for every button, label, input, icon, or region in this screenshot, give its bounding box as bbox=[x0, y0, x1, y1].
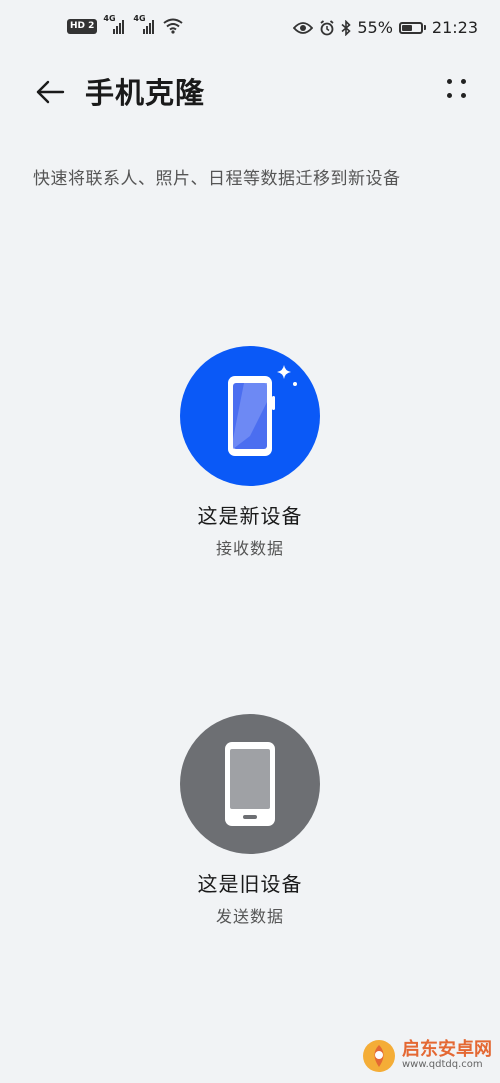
screen: HD 2 4G 4G 55% 21:23 手机克隆 快速将联系人、照片、日程等数… bbox=[0, 0, 500, 1083]
watermark-logo-icon bbox=[363, 1040, 395, 1072]
new-device-title: 这是新设备 bbox=[197, 504, 303, 528]
alarm-icon bbox=[320, 19, 334, 35]
page-description: 快速将联系人、照片、日程等数据迁移到新设备 bbox=[33, 169, 401, 189]
back-button[interactable] bbox=[30, 72, 70, 112]
status-left: HD 2 4G 4G bbox=[67, 14, 184, 34]
battery-fill bbox=[401, 24, 412, 31]
new-phone-icon bbox=[228, 365, 297, 456]
network-type-1: 4G bbox=[103, 14, 116, 23]
watermark: 启东安卓网 www.qdtdq.com bbox=[362, 1039, 492, 1073]
watermark-name: 启东安卓网 bbox=[402, 1039, 492, 1061]
old-device-circle[interactable] bbox=[180, 714, 320, 854]
arrow-left-icon bbox=[36, 80, 65, 104]
watermark-url: www.qdtdq.com bbox=[402, 1059, 483, 1071]
signal-2-icon: 4G bbox=[133, 14, 157, 34]
new-device-circle[interactable] bbox=[180, 346, 320, 486]
watermark-text: 启东安卓网 www.qdtdq.com bbox=[402, 1039, 492, 1071]
old-phone-icon bbox=[225, 742, 275, 826]
old-device-subtitle: 发送数据 bbox=[215, 907, 284, 926]
status-right: 55% 21:23 bbox=[293, 18, 478, 37]
signal-1-icon: 4G bbox=[103, 14, 127, 34]
app-bar: 手机克隆 bbox=[0, 62, 500, 120]
new-device-subtitle: 接收数据 bbox=[215, 539, 284, 558]
battery-icon bbox=[398, 21, 426, 34]
hd-badge: HD 2 bbox=[67, 18, 98, 34]
more-options-button[interactable] bbox=[442, 74, 472, 104]
eye-icon bbox=[293, 21, 314, 34]
wifi-icon bbox=[163, 18, 184, 34]
clock: 21:23 bbox=[431, 18, 478, 37]
new-device-option[interactable]: 这是新设备 接收数据 bbox=[0, 346, 500, 559]
old-device-option[interactable]: 这是旧设备 发送数据 bbox=[0, 714, 500, 927]
old-device-title: 这是旧设备 bbox=[197, 872, 303, 896]
bluetooth-icon bbox=[341, 19, 352, 36]
hd-label: HD bbox=[70, 21, 86, 31]
network-type-2: 4G bbox=[133, 14, 146, 23]
status-bar: HD 2 4G 4G 55% 21:23 bbox=[0, 0, 500, 62]
hd-sim: 2 bbox=[88, 21, 95, 31]
page-title: 手机克隆 bbox=[85, 76, 206, 110]
battery-percent: 55% bbox=[357, 18, 393, 37]
